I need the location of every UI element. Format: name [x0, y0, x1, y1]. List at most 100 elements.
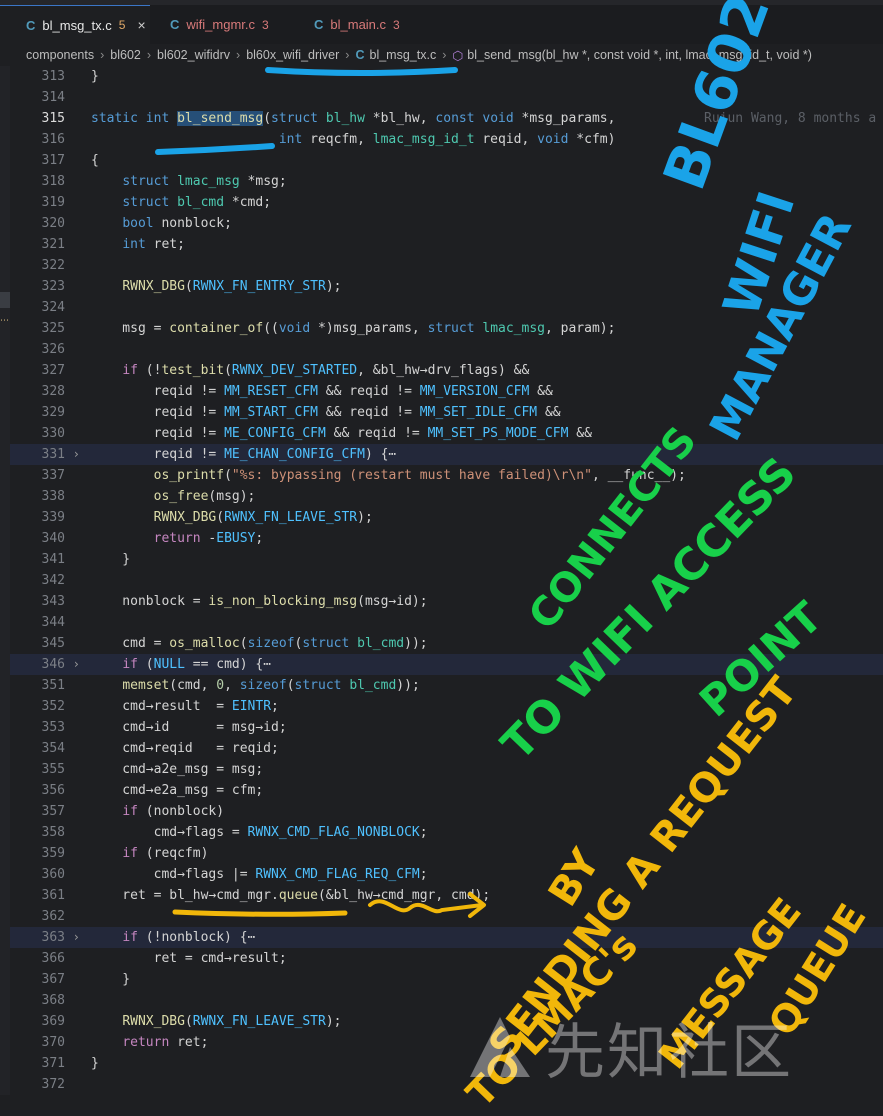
code-text: { [91, 153, 99, 168]
code-text: } [91, 69, 99, 84]
code-line: 342 [10, 570, 883, 591]
code-text: static int bl_send_msg(struct bl_hw *bl_… [91, 111, 616, 126]
line-number: 369 [41, 1014, 65, 1029]
code-text: if (nonblock) [122, 804, 225, 819]
line-number: 358 [41, 825, 65, 840]
tab-bl-msg-tx[interactable]: C bl_msg_tx.c 5 × [0, 5, 150, 44]
line-number: 359 [41, 846, 65, 861]
chevron-right-icon: › [100, 48, 105, 62]
code-text: cmd→result = EINTR; [91, 699, 279, 714]
panel-handle[interactable] [0, 292, 10, 308]
line-number: 362 [41, 909, 65, 924]
fold-chevron-icon[interactable]: › [74, 654, 86, 675]
line-number: 315 [41, 111, 65, 126]
line-number: 370 [41, 1035, 65, 1050]
breadcrumb-wifidrv[interactable]: bl602_wifidrv [157, 48, 230, 62]
more-icon: ⋯ [0, 316, 9, 326]
c-file-icon: C [355, 48, 365, 62]
line-number: 326 [41, 342, 65, 357]
c-file-icon: C [26, 17, 36, 33]
breadcrumb-file[interactable]: bl_msg_tx.c [370, 48, 437, 62]
code-text: struct bl_cmd *cmd; [122, 195, 272, 210]
code-text: } [91, 972, 131, 987]
line-number: 338 [41, 489, 65, 504]
line-number: 360 [41, 867, 65, 882]
line-number: 361 [41, 888, 65, 903]
tab-label: bl_main.c [330, 17, 387, 32]
fold-chevron-icon[interactable]: › [74, 927, 86, 948]
line-number: 340 [41, 531, 65, 546]
line-number: 367 [41, 972, 65, 987]
line-number: 371 [41, 1056, 65, 1071]
breadcrumb-driver[interactable]: bl60x_wifi_driver [246, 48, 339, 62]
chevron-right-icon: › [236, 48, 241, 62]
code-line: 361 ret = bl_hw→cmd_mgr.queue(&bl_hw→cmd… [10, 885, 883, 906]
line-number: 345 [41, 636, 65, 651]
line-number: 319 [41, 195, 65, 210]
line-number: 372 [41, 1077, 65, 1092]
code-text: cmd→flags = RWNX_CMD_FLAG_NONBLOCK; [91, 825, 428, 840]
line-number: 356 [41, 783, 65, 798]
line-number: 323 [41, 279, 65, 294]
code-text: cmd→e2a_msg = cfm; [91, 783, 264, 798]
code-text: } [91, 552, 131, 567]
code-text: return -EBUSY; [153, 531, 264, 546]
line-number: 344 [41, 615, 65, 630]
code-text: reqid != MM_RESET_CFM && reqid != MM_VER… [91, 384, 553, 399]
breadcrumb-bl602[interactable]: bl602 [110, 48, 141, 62]
code-line: 317 { [10, 150, 883, 171]
code-line: 316 int reqcfm, lmac_msg_id_t reqid, voi… [10, 129, 883, 150]
line-number: 368 [41, 993, 65, 1008]
code-line: 315 static int bl_send_msg(struct bl_hw *… [10, 108, 883, 129]
tab-bl-main[interactable]: C bl_main.c 3 [314, 5, 434, 44]
chevron-right-icon: › [146, 48, 152, 62]
line-number: 366 [41, 951, 65, 966]
code-text: if (NULL == cmd) {⋯ [122, 657, 272, 672]
line-number: 325 [41, 321, 65, 336]
breadcrumb-components[interactable]: components [26, 48, 94, 62]
line-number: 353 [41, 720, 65, 735]
line-number: 339 [41, 510, 65, 525]
code-text: return ret; [122, 1035, 209, 1050]
line-number: 321 [41, 237, 65, 252]
line-number: 352 [41, 699, 65, 714]
code-line: 356 cmd→e2a_msg = cfm; [10, 780, 883, 801]
code-text: cmd→a2e_msg = msg; [91, 762, 264, 777]
code-text: nonblock = is_non_blocking_msg(msg→id); [91, 594, 428, 609]
line-number: 313 [41, 69, 65, 84]
code-line: 360 cmd→flags |= RWNX_CMD_FLAG_REQ_CFM; [10, 864, 883, 885]
watermark: 先知社区 [465, 1002, 865, 1092]
code-text: memset(cmd, 0, sizeof(struct bl_cmd)); [122, 678, 420, 693]
line-number: 343 [41, 594, 65, 609]
code-line: 359 if (reqcfm) [10, 843, 883, 864]
code-text: cmd→flags |= RWNX_CMD_FLAG_REQ_CFM; [91, 867, 428, 882]
line-number: 355 [41, 762, 65, 777]
code-text: if (reqcfm) [122, 846, 209, 861]
code-text: reqid != ME_CONFIG_CFM && reqid != MM_SE… [91, 426, 592, 441]
code-line: 357 if (nonblock) [10, 801, 883, 822]
fold-chevron-icon[interactable]: › [74, 444, 86, 465]
close-icon[interactable]: × [137, 17, 145, 33]
line-number: 354 [41, 741, 65, 756]
code-text: cmd→id = msg→id; [91, 720, 287, 735]
tab-wifi-mgmr[interactable]: C wifi_mgmr.c 3 [170, 5, 300, 44]
line-number: 318 [41, 174, 65, 189]
code-text: struct lmac_msg *msg; [122, 174, 287, 189]
line-number: 314 [41, 90, 65, 105]
problem-count: 3 [262, 17, 269, 32]
code-text: cmd = os_malloc(sizeof(struct bl_cmd)); [91, 636, 428, 651]
line-number: 327 [41, 363, 65, 378]
line-number: 342 [41, 573, 65, 588]
chevron-right-icon: › [345, 48, 350, 62]
code-text: os_free(msg); [153, 489, 256, 504]
line-number: 346 [41, 657, 65, 672]
activity-strip: ⋯ [0, 66, 10, 1095]
line-number: 320 [41, 216, 65, 231]
code-text: os_printf("%s: bypassing (restart must h… [153, 468, 686, 483]
code-line: 331 › reqid != ME_CHAN_CONFIG_CFM) {⋯ [10, 444, 883, 465]
code-text: } [91, 1056, 99, 1071]
code-line: 341 } [10, 549, 883, 570]
code-text: RWNX_DBG(RWNX_FN_ENTRY_STR); [122, 279, 342, 294]
line-number: 337 [41, 468, 65, 483]
line-number: 328 [41, 384, 65, 399]
